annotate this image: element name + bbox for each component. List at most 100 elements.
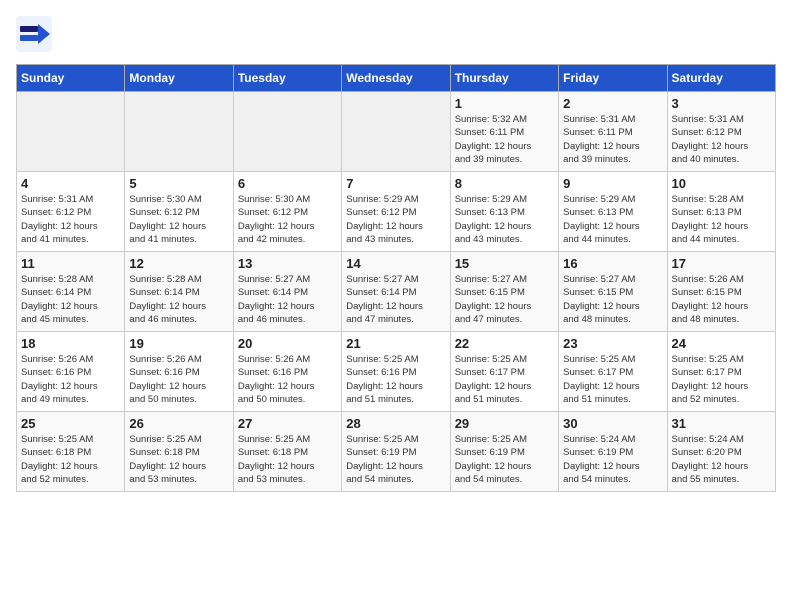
day-info: Sunrise: 5:26 AM Sunset: 6:16 PM Dayligh…	[21, 353, 120, 406]
calendar-cell	[125, 92, 233, 172]
day-number: 2	[563, 96, 662, 111]
calendar-cell: 5Sunrise: 5:30 AM Sunset: 6:12 PM Daylig…	[125, 172, 233, 252]
day-number: 26	[129, 416, 228, 431]
day-number: 17	[672, 256, 771, 271]
calendar-cell: 10 Sunrise: 5:28 AM Sunset: 6:13 PM Dayli…	[667, 172, 775, 252]
calendar-cell	[17, 92, 125, 172]
day-number: 22	[455, 336, 554, 351]
calendar-week-5: 25Sunrise: 5:25 AM Sunset: 6:18 PM Dayli…	[17, 412, 776, 492]
day-info: Sunrise: 5:27 AM Sunset: 6:14 PM Dayligh…	[238, 273, 337, 326]
calendar-cell: 23 Sunrise: 5:25 AM Sunset: 6:17 PM Dayli…	[559, 332, 667, 412]
calendar-cell: 19Sunrise: 5:26 AM Sunset: 6:16 PM Dayli…	[125, 332, 233, 412]
calendar-table: SundayMondayTuesdayWednesdayThursdayFrid…	[16, 64, 776, 492]
weekday-header-wednesday: Wednesday	[342, 65, 450, 92]
calendar-week-3: 11 Sunrise: 5:28 AM Sunset: 6:14 PM Dayli…	[17, 252, 776, 332]
calendar-cell: 28 Sunrise: 5:25 AM Sunset: 6:19 PM Dayli…	[342, 412, 450, 492]
calendar-week-4: 18Sunrise: 5:26 AM Sunset: 6:16 PM Dayli…	[17, 332, 776, 412]
calendar-cell: 6 Sunrise: 5:30 AM Sunset: 6:12 PM Daylig…	[233, 172, 341, 252]
calendar-cell: 14 Sunrise: 5:27 AM Sunset: 6:14 PM Dayli…	[342, 252, 450, 332]
calendar-cell: 12 Sunrise: 5:28 AM Sunset: 6:14 PM Dayli…	[125, 252, 233, 332]
day-info: Sunrise: 5:25 AM Sunset: 6:17 PM Dayligh…	[455, 353, 554, 406]
calendar-cell: 16 Sunrise: 5:27 AM Sunset: 6:15 PM Dayli…	[559, 252, 667, 332]
day-number: 21	[346, 336, 445, 351]
day-info: Sunrise: 5:27 AM Sunset: 6:15 PM Dayligh…	[455, 273, 554, 326]
day-info: Sunrise: 5:25 AM Sunset: 6:16 PM Dayligh…	[346, 353, 445, 406]
day-number: 28	[346, 416, 445, 431]
day-info: Sunrise: 5:30 AM Sunset: 6:12 PM Dayligh…	[238, 193, 337, 246]
header	[16, 16, 776, 52]
weekday-header-monday: Monday	[125, 65, 233, 92]
day-number: 3	[672, 96, 771, 111]
day-info: Sunrise: 5:28 AM Sunset: 6:13 PM Dayligh…	[672, 193, 771, 246]
day-number: 7	[346, 176, 445, 191]
day-info: Sunrise: 5:24 AM Sunset: 6:19 PM Dayligh…	[563, 433, 662, 486]
weekday-header-saturday: Saturday	[667, 65, 775, 92]
calendar-cell: 2 Sunrise: 5:31 AM Sunset: 6:11 PM Daylig…	[559, 92, 667, 172]
day-number: 15	[455, 256, 554, 271]
day-info: Sunrise: 5:25 AM Sunset: 6:17 PM Dayligh…	[563, 353, 662, 406]
day-number: 29	[455, 416, 554, 431]
calendar-cell: 21 Sunrise: 5:25 AM Sunset: 6:16 PM Dayli…	[342, 332, 450, 412]
calendar-cell: 22 Sunrise: 5:25 AM Sunset: 6:17 PM Dayli…	[450, 332, 558, 412]
day-number: 9	[563, 176, 662, 191]
day-info: Sunrise: 5:28 AM Sunset: 6:14 PM Dayligh…	[21, 273, 120, 326]
day-number: 20	[238, 336, 337, 351]
calendar-cell: 11 Sunrise: 5:28 AM Sunset: 6:14 PM Dayli…	[17, 252, 125, 332]
day-number: 11	[21, 256, 120, 271]
day-number: 13	[238, 256, 337, 271]
calendar-cell: 25Sunrise: 5:25 AM Sunset: 6:18 PM Dayli…	[17, 412, 125, 492]
day-info: Sunrise: 5:24 AM Sunset: 6:20 PM Dayligh…	[672, 433, 771, 486]
calendar-week-2: 4 Sunrise: 5:31 AM Sunset: 6:12 PM Daylig…	[17, 172, 776, 252]
weekday-header-row: SundayMondayTuesdayWednesdayThursdayFrid…	[17, 65, 776, 92]
weekday-header-sunday: Sunday	[17, 65, 125, 92]
day-number: 12	[129, 256, 228, 271]
calendar-cell: 15 Sunrise: 5:27 AM Sunset: 6:15 PM Dayli…	[450, 252, 558, 332]
calendar-cell: 4 Sunrise: 5:31 AM Sunset: 6:12 PM Daylig…	[17, 172, 125, 252]
day-info: Sunrise: 5:31 AM Sunset: 6:12 PM Dayligh…	[21, 193, 120, 246]
day-number: 14	[346, 256, 445, 271]
calendar-cell	[233, 92, 341, 172]
weekday-header-tuesday: Tuesday	[233, 65, 341, 92]
day-info: Sunrise: 5:29 AM Sunset: 6:13 PM Dayligh…	[563, 193, 662, 246]
day-info: Sunrise: 5:25 AM Sunset: 6:19 PM Dayligh…	[455, 433, 554, 486]
calendar-cell: 7Sunrise: 5:29 AM Sunset: 6:12 PM Daylig…	[342, 172, 450, 252]
day-info: Sunrise: 5:29 AM Sunset: 6:13 PM Dayligh…	[455, 193, 554, 246]
day-info: Sunrise: 5:28 AM Sunset: 6:14 PM Dayligh…	[129, 273, 228, 326]
weekday-header-thursday: Thursday	[450, 65, 558, 92]
calendar-cell: 9 Sunrise: 5:29 AM Sunset: 6:13 PM Daylig…	[559, 172, 667, 252]
day-number: 1	[455, 96, 554, 111]
day-info: Sunrise: 5:25 AM Sunset: 6:19 PM Dayligh…	[346, 433, 445, 486]
day-number: 19	[129, 336, 228, 351]
day-info: Sunrise: 5:25 AM Sunset: 6:17 PM Dayligh…	[672, 353, 771, 406]
day-number: 10	[672, 176, 771, 191]
calendar-week-1: 1 Sunrise: 5:32 AM Sunset: 6:11 PM Daylig…	[17, 92, 776, 172]
day-info: Sunrise: 5:26 AM Sunset: 6:15 PM Dayligh…	[672, 273, 771, 326]
day-number: 16	[563, 256, 662, 271]
calendar-cell: 20Sunrise: 5:26 AM Sunset: 6:16 PM Dayli…	[233, 332, 341, 412]
calendar-cell: 31Sunrise: 5:24 AM Sunset: 6:20 PM Dayli…	[667, 412, 775, 492]
day-info: Sunrise: 5:30 AM Sunset: 6:12 PM Dayligh…	[129, 193, 228, 246]
day-info: Sunrise: 5:25 AM Sunset: 6:18 PM Dayligh…	[129, 433, 228, 486]
day-info: Sunrise: 5:27 AM Sunset: 6:14 PM Dayligh…	[346, 273, 445, 326]
day-number: 6	[238, 176, 337, 191]
day-info: Sunrise: 5:32 AM Sunset: 6:11 PM Dayligh…	[455, 113, 554, 166]
calendar-cell: 13 Sunrise: 5:27 AM Sunset: 6:14 PM Dayli…	[233, 252, 341, 332]
weekday-header-friday: Friday	[559, 65, 667, 92]
calendar-cell: 3 Sunrise: 5:31 AM Sunset: 6:12 PM Daylig…	[667, 92, 775, 172]
day-info: Sunrise: 5:25 AM Sunset: 6:18 PM Dayligh…	[21, 433, 120, 486]
day-number: 27	[238, 416, 337, 431]
day-number: 23	[563, 336, 662, 351]
day-number: 24	[672, 336, 771, 351]
day-info: Sunrise: 5:25 AM Sunset: 6:18 PM Dayligh…	[238, 433, 337, 486]
calendar-cell: 18Sunrise: 5:26 AM Sunset: 6:16 PM Dayli…	[17, 332, 125, 412]
calendar-cell: 30 Sunrise: 5:24 AM Sunset: 6:19 PM Dayli…	[559, 412, 667, 492]
day-info: Sunrise: 5:31 AM Sunset: 6:11 PM Dayligh…	[563, 113, 662, 166]
logo-icon	[16, 16, 52, 52]
calendar-cell: 8Sunrise: 5:29 AM Sunset: 6:13 PM Daylig…	[450, 172, 558, 252]
day-info: Sunrise: 5:27 AM Sunset: 6:15 PM Dayligh…	[563, 273, 662, 326]
calendar-cell	[342, 92, 450, 172]
day-number: 30	[563, 416, 662, 431]
day-info: Sunrise: 5:31 AM Sunset: 6:12 PM Dayligh…	[672, 113, 771, 166]
day-number: 4	[21, 176, 120, 191]
logo	[16, 16, 58, 52]
